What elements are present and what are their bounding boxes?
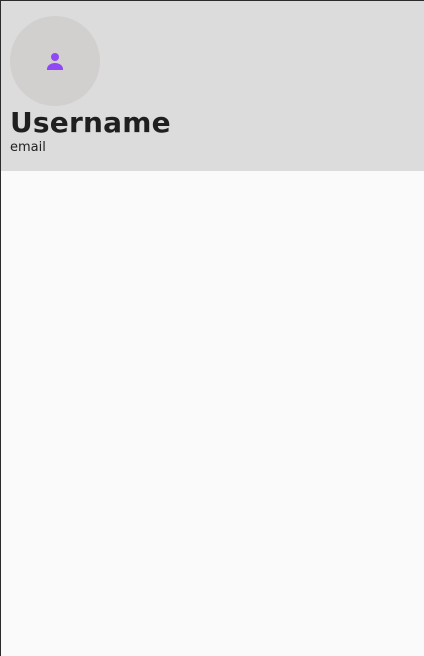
username: Username	[10, 106, 171, 139]
drawer-header: Username email	[1, 1, 424, 171]
person-icon	[47, 53, 63, 70]
navigation-drawer: Username email	[0, 0, 424, 656]
avatar[interactable]	[10, 16, 100, 106]
email: email	[10, 140, 46, 155]
drawer-menu-area	[1, 171, 424, 656]
